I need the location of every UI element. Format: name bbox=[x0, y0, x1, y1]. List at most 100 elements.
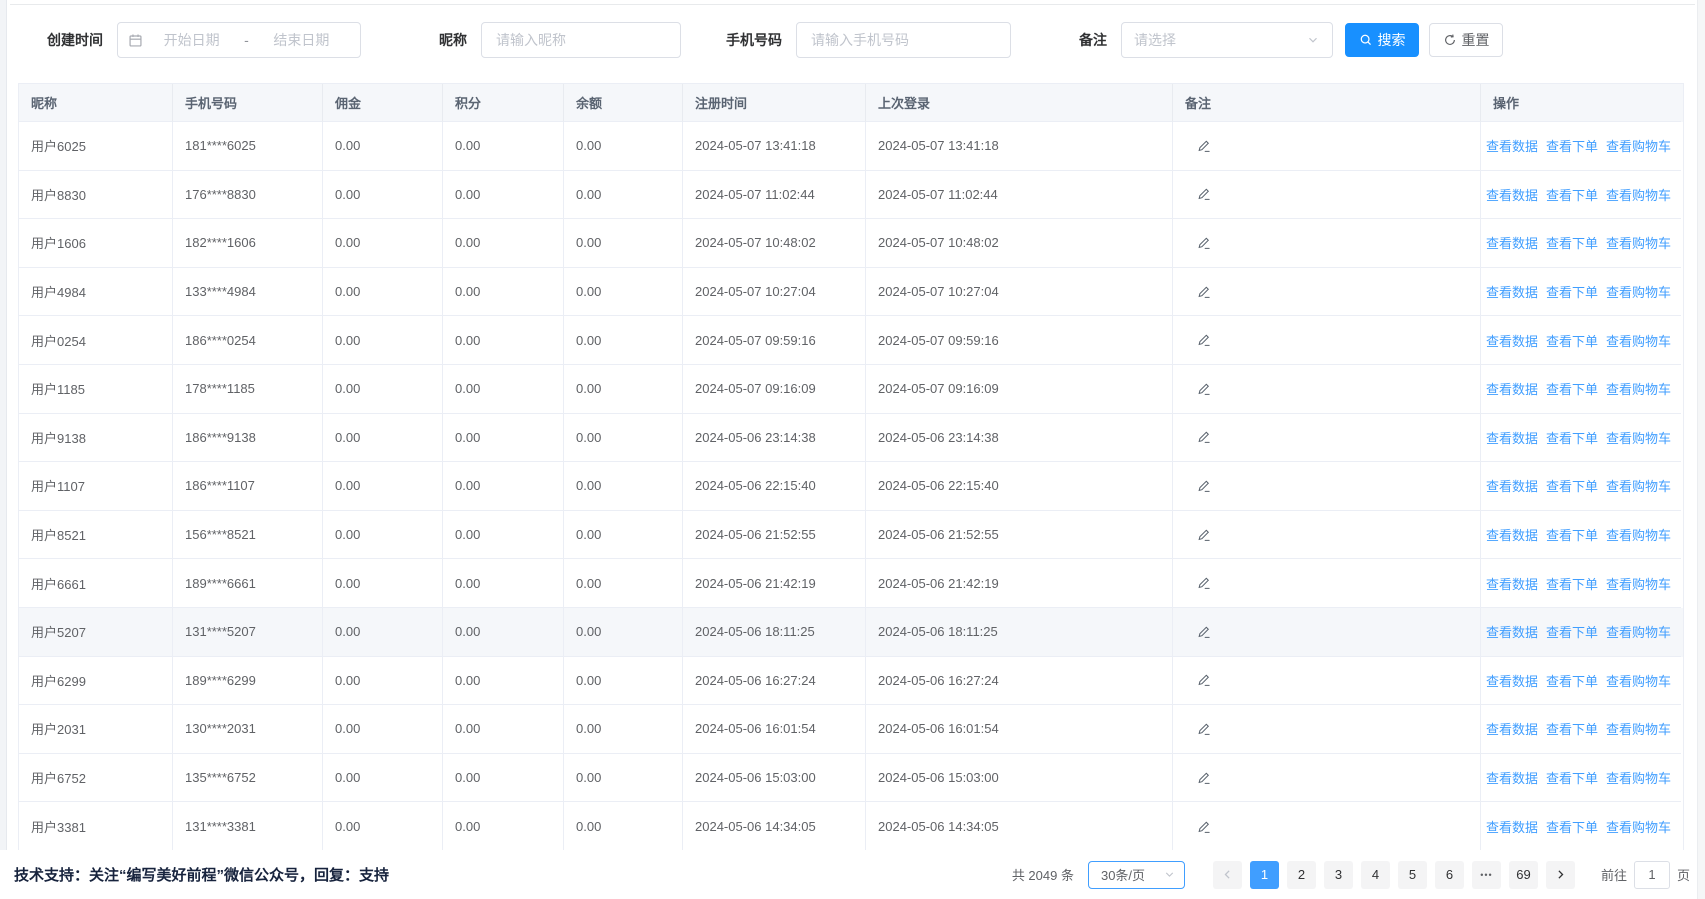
view-cart-link[interactable]: 查看购物车 bbox=[1606, 331, 1671, 350]
view-order-link[interactable]: 查看下单 bbox=[1546, 379, 1598, 398]
view-order-link[interactable]: 查看下单 bbox=[1546, 428, 1598, 447]
edit-remark-button[interactable] bbox=[1197, 236, 1211, 250]
view-data-link[interactable]: 查看数据 bbox=[1486, 671, 1538, 690]
view-data-link[interactable]: 查看数据 bbox=[1486, 136, 1538, 155]
edit-remark-button[interactable] bbox=[1197, 382, 1211, 396]
operations-cell: 查看数据 查看下单 查看购物车 bbox=[1481, 268, 1681, 317]
edit-remark-button[interactable] bbox=[1197, 625, 1211, 639]
remark-cell bbox=[1173, 754, 1481, 803]
view-data-link[interactable]: 查看数据 bbox=[1486, 574, 1538, 593]
goto-page-input[interactable] bbox=[1634, 861, 1670, 889]
pager-page-button[interactable]: 4 bbox=[1361, 861, 1390, 889]
view-order-link[interactable]: 查看下单 bbox=[1546, 185, 1598, 204]
view-cart-link[interactable]: 查看购物车 bbox=[1606, 379, 1671, 398]
edit-remark-button[interactable] bbox=[1197, 479, 1211, 493]
view-order-link[interactable]: 查看下单 bbox=[1546, 622, 1598, 641]
search-button[interactable]: 搜索 bbox=[1345, 23, 1419, 57]
scrollbar[interactable] bbox=[1697, 0, 1705, 899]
edit-remark-button[interactable] bbox=[1197, 576, 1211, 590]
view-cart-link[interactable]: 查看购物车 bbox=[1606, 476, 1671, 495]
view-data-link[interactable]: 查看数据 bbox=[1486, 476, 1538, 495]
edit-remark-button[interactable] bbox=[1197, 528, 1211, 542]
edit-remark-button[interactable] bbox=[1197, 139, 1211, 153]
view-cart-link[interactable]: 查看购物车 bbox=[1606, 671, 1671, 690]
pager-page-button[interactable]: 69 bbox=[1509, 861, 1538, 889]
nickname-cell: 用户2031 bbox=[19, 705, 173, 754]
view-order-link[interactable]: 查看下单 bbox=[1546, 671, 1598, 690]
table-row: 用户0254 186****0254 0.00 0.00 0.00 2024-0… bbox=[19, 316, 1683, 365]
edit-remark-button[interactable] bbox=[1197, 333, 1211, 347]
view-data-link[interactable]: 查看数据 bbox=[1486, 282, 1538, 301]
pager-more-button[interactable]: ••• bbox=[1472, 861, 1501, 889]
phone-input[interactable] bbox=[796, 22, 1011, 58]
view-order-link[interactable]: 查看下单 bbox=[1546, 817, 1598, 836]
balance-cell: 0.00 bbox=[564, 316, 683, 365]
nickname-input[interactable] bbox=[481, 22, 681, 58]
pager-page-button[interactable]: 6 bbox=[1435, 861, 1464, 889]
view-cart-link[interactable]: 查看购物车 bbox=[1606, 185, 1671, 204]
view-cart-link[interactable]: 查看购物车 bbox=[1606, 136, 1671, 155]
view-cart-link[interactable]: 查看购物车 bbox=[1606, 282, 1671, 301]
view-data-link[interactable]: 查看数据 bbox=[1486, 331, 1538, 350]
edit-remark-button[interactable] bbox=[1197, 722, 1211, 736]
phone-cell: 156****8521 bbox=[173, 511, 323, 560]
pager-page-button[interactable]: 5 bbox=[1398, 861, 1427, 889]
prev-page-button[interactable] bbox=[1213, 861, 1242, 889]
operations-cell: 查看数据 查看下单 查看购物车 bbox=[1481, 462, 1681, 511]
view-order-link[interactable]: 查看下单 bbox=[1546, 476, 1598, 495]
edit-remark-button[interactable] bbox=[1197, 285, 1211, 299]
view-order-link[interactable]: 查看下单 bbox=[1546, 525, 1598, 544]
date-range-picker[interactable]: 开始日期 - 结束日期 bbox=[117, 22, 361, 58]
remark-cell bbox=[1173, 705, 1481, 754]
view-cart-link[interactable]: 查看购物车 bbox=[1606, 768, 1671, 787]
edit-remark-button[interactable] bbox=[1197, 673, 1211, 687]
view-order-link[interactable]: 查看下单 bbox=[1546, 768, 1598, 787]
reset-button[interactable]: 重置 bbox=[1429, 23, 1503, 57]
chevron-left-icon bbox=[1221, 868, 1234, 881]
pager-page-button[interactable]: 2 bbox=[1287, 861, 1316, 889]
view-cart-link[interactable]: 查看购物车 bbox=[1606, 574, 1671, 593]
start-date-placeholder[interactable]: 开始日期 bbox=[143, 30, 240, 50]
view-order-link[interactable]: 查看下单 bbox=[1546, 136, 1598, 155]
view-order-link[interactable]: 查看下单 bbox=[1546, 719, 1598, 738]
end-date-placeholder[interactable]: 结束日期 bbox=[253, 30, 350, 50]
view-data-link[interactable]: 查看数据 bbox=[1486, 428, 1538, 447]
remark-select[interactable]: 请选择 bbox=[1121, 22, 1333, 58]
pager-page-button[interactable]: 1 bbox=[1250, 861, 1279, 889]
operations-cell: 查看数据 查看下单 查看购物车 bbox=[1481, 316, 1681, 365]
operations-cell: 查看数据 查看下单 查看购物车 bbox=[1481, 171, 1681, 220]
next-page-button[interactable] bbox=[1546, 861, 1575, 889]
remark-cell bbox=[1173, 657, 1481, 706]
view-order-link[interactable]: 查看下单 bbox=[1546, 574, 1598, 593]
view-cart-link[interactable]: 查看购物车 bbox=[1606, 719, 1671, 738]
view-data-link[interactable]: 查看数据 bbox=[1486, 525, 1538, 544]
phone-cell: 135****6752 bbox=[173, 754, 323, 803]
edit-remark-button[interactable] bbox=[1197, 820, 1211, 834]
view-data-link[interactable]: 查看数据 bbox=[1486, 817, 1538, 836]
view-order-link[interactable]: 查看下单 bbox=[1546, 282, 1598, 301]
edit-remark-button[interactable] bbox=[1197, 771, 1211, 785]
date-range-separator: - bbox=[240, 32, 253, 48]
view-data-link[interactable]: 查看数据 bbox=[1486, 622, 1538, 641]
view-data-link[interactable]: 查看数据 bbox=[1486, 185, 1538, 204]
view-cart-link[interactable]: 查看购物车 bbox=[1606, 622, 1671, 641]
view-data-link[interactable]: 查看数据 bbox=[1486, 768, 1538, 787]
remark-cell bbox=[1173, 316, 1481, 365]
view-data-link[interactable]: 查看数据 bbox=[1486, 233, 1538, 252]
view-order-link[interactable]: 查看下单 bbox=[1546, 331, 1598, 350]
view-order-link[interactable]: 查看下单 bbox=[1546, 233, 1598, 252]
registered-cell: 2024-05-06 15:03:00 bbox=[683, 754, 866, 803]
pager-page-button[interactable]: 3 bbox=[1324, 861, 1353, 889]
edit-remark-button[interactable] bbox=[1197, 187, 1211, 201]
page-size-select[interactable]: 30条/页 bbox=[1088, 861, 1185, 889]
view-data-link[interactable]: 查看数据 bbox=[1486, 379, 1538, 398]
view-cart-link[interactable]: 查看购物车 bbox=[1606, 817, 1671, 836]
view-cart-link[interactable]: 查看购物车 bbox=[1606, 525, 1671, 544]
registered-cell: 2024-05-06 22:15:40 bbox=[683, 462, 866, 511]
edit-remark-button[interactable] bbox=[1197, 430, 1211, 444]
view-data-link[interactable]: 查看数据 bbox=[1486, 719, 1538, 738]
nickname-cell: 用户6025 bbox=[19, 122, 173, 171]
view-cart-link[interactable]: 查看购物车 bbox=[1606, 428, 1671, 447]
view-cart-link[interactable]: 查看购物车 bbox=[1606, 233, 1671, 252]
commission-cell: 0.00 bbox=[323, 122, 443, 171]
